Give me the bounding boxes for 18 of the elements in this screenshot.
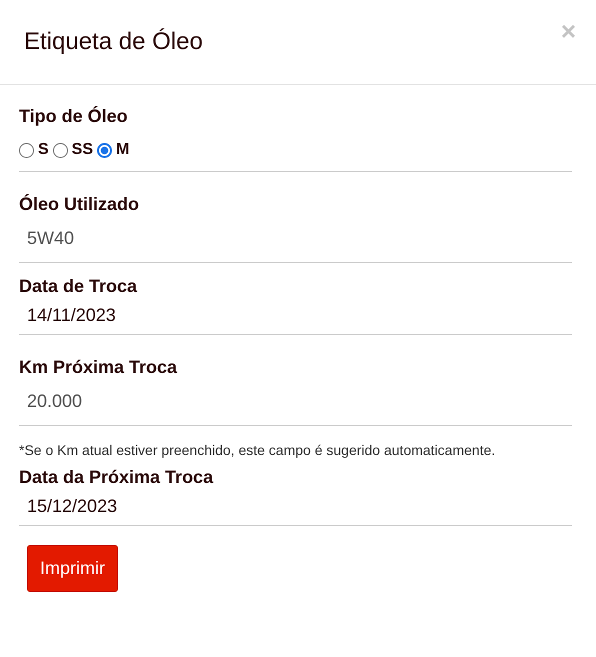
modal-title: Etiqueta de Óleo (24, 28, 203, 56)
hint-text: *Se o Km atual estiver preenchido, este campo é sugerido automaticamente. (19, 442, 496, 458)
radio-button[interactable] (19, 142, 34, 158)
field-label: Data de Troca (19, 276, 138, 297)
field-label: Data da Próxima Troca (19, 467, 214, 488)
field-label: Óleo Utilizado (19, 194, 140, 215)
input-field[interactable]: 5W40 (19, 215, 572, 262)
input-field[interactable]: 15/12/2023 (19, 488, 572, 525)
radio-label[interactable]: S (38, 141, 49, 159)
print-button[interactable]: Imprimir (27, 545, 118, 592)
field-label: Tipo de Óleo (19, 106, 129, 127)
radio-label[interactable]: SS (72, 141, 94, 159)
input-field[interactable]: 14/11/2023 (19, 297, 572, 334)
field-label: Km Próxima Troca (19, 357, 178, 378)
radio-button[interactable] (52, 142, 68, 158)
radio-label[interactable]: M (116, 141, 130, 159)
radio-button[interactable] (97, 142, 112, 158)
input-field[interactable]: 20.000 (19, 378, 572, 425)
